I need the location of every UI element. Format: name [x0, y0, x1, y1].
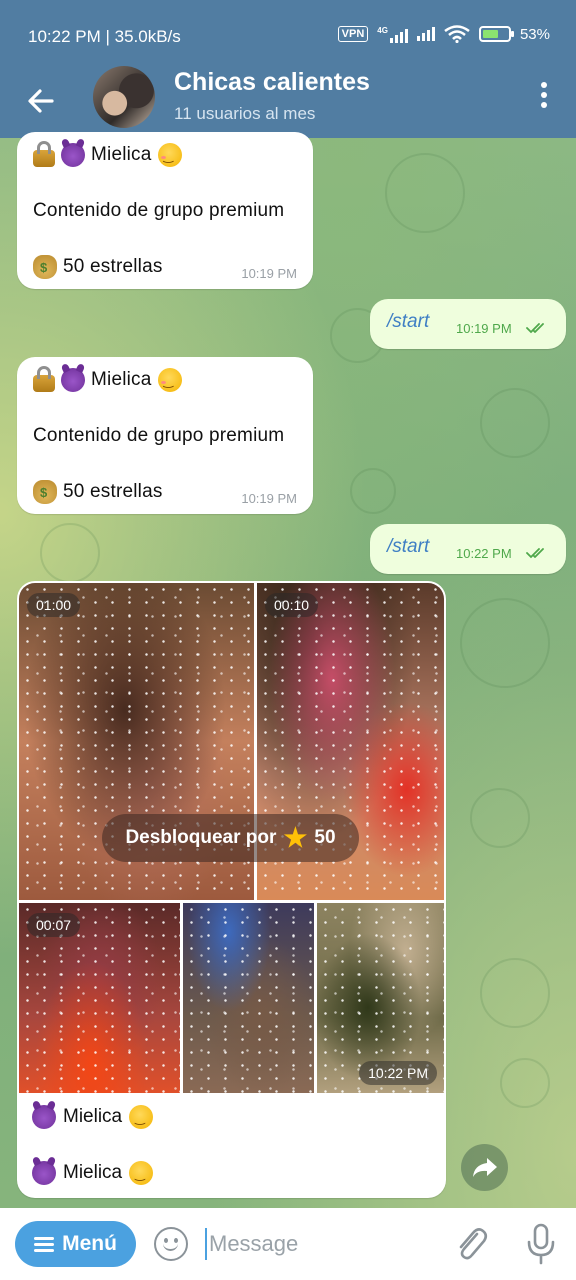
incoming-message[interactable]: Mielica Contenido de grupo premium 50 es… [17, 357, 313, 514]
more-vertical-icon[interactable] [538, 82, 550, 112]
album-caption: Mielica [63, 1162, 123, 1183]
hamburger-icon [34, 1234, 55, 1255]
message-price: 50 estrellas [63, 481, 163, 502]
message-time: 10:19 PM [241, 266, 297, 281]
album-time: 10:22 PM [359, 1061, 437, 1085]
blurred-photo-thumbnail[interactable]: 10:22 PM [317, 903, 444, 1093]
chat-avatar[interactable] [93, 66, 155, 128]
message-time: 10:19 PM [456, 321, 512, 336]
message-text: Contenido de grupo premium [33, 425, 285, 446]
lock-emoji-icon [33, 141, 55, 167]
star-icon [283, 826, 307, 848]
command-link[interactable]: /start [387, 311, 429, 333]
menu-button-label: Menú [62, 1232, 117, 1255]
chat-header: Chicas calientes 11 usuarios al mes [0, 66, 576, 138]
devil-emoji-icon [61, 143, 85, 167]
money-bag-emoji-icon [33, 480, 57, 504]
vpn-icon: VPN [337, 26, 369, 42]
album-caption: Mielica [63, 1106, 123, 1127]
battery-icon [478, 26, 514, 42]
paid-media-album[interactable]: 01:00 00:10 00:07 10:22 PM Desbloquear p… [17, 581, 446, 1198]
unlock-label: Desbloquear por [125, 827, 277, 848]
video-duration: 00:10 [265, 593, 319, 617]
bot-menu-button[interactable]: Menú [15, 1221, 136, 1267]
unlock-amount: 50 [314, 827, 336, 848]
devil-emoji-icon [32, 1105, 56, 1129]
message-input[interactable] [205, 1228, 435, 1260]
drooling-emoji-icon [129, 1161, 154, 1185]
forward-arrow-icon [473, 1158, 497, 1177]
outgoing-message[interactable]: /start 10:19 PM [370, 299, 566, 349]
status-bar: 10:22 PM | 35.0kB/s VPN 4G 53% [0, 0, 576, 68]
status-time: 10:22 PM | 35.0kB/s [28, 27, 181, 46]
microphone-icon[interactable] [524, 1222, 558, 1266]
message-time: 10:22 PM [456, 546, 512, 561]
message-input-bar: Menú [0, 1208, 576, 1280]
command-link[interactable]: /start [387, 536, 429, 558]
money-bag-emoji-icon [33, 255, 57, 279]
lock-emoji-icon [33, 366, 55, 392]
signal-icon [416, 27, 435, 41]
smiling-emoji-icon [157, 368, 182, 392]
chat-title[interactable]: Chicas calientes [174, 68, 370, 97]
blurred-video-thumbnail[interactable]: 00:07 [19, 903, 180, 1093]
paperclip-icon[interactable] [453, 1224, 489, 1264]
wifi-icon [444, 25, 470, 43]
emoji-icon[interactable] [154, 1227, 188, 1261]
message-text: Contenido de grupo premium [33, 200, 285, 221]
chat-subtitle[interactable]: 11 usuarios al mes [174, 104, 315, 124]
message-sender-line: Mielica [91, 369, 152, 390]
message-time: 10:19 PM [241, 491, 297, 506]
message-price: 50 estrellas [63, 256, 163, 277]
devil-emoji-icon [61, 368, 85, 392]
outgoing-message[interactable]: /start 10:22 PM [370, 524, 566, 574]
drooling-emoji-icon [129, 1105, 154, 1129]
double-check-icon [526, 323, 544, 334]
video-duration: 00:07 [27, 913, 81, 937]
message-sender-line: Mielica [91, 144, 152, 165]
back-arrow-icon[interactable] [22, 82, 60, 120]
devil-emoji-icon [32, 1161, 56, 1185]
video-duration: 01:00 [27, 593, 81, 617]
blurred-photo-thumbnail[interactable] [183, 903, 314, 1093]
unlock-button[interactable]: Desbloquear por 50 [102, 814, 359, 862]
incoming-message[interactable]: Mielica Contenido de grupo premium 50 es… [17, 132, 313, 289]
signal-4g-icon: 4G [377, 26, 408, 43]
status-icons: VPN 4G 53% [337, 25, 550, 43]
smiling-emoji-icon [157, 143, 182, 167]
double-check-icon [526, 548, 544, 559]
share-button[interactable] [461, 1144, 508, 1191]
battery-percent: 53% [519, 25, 550, 43]
